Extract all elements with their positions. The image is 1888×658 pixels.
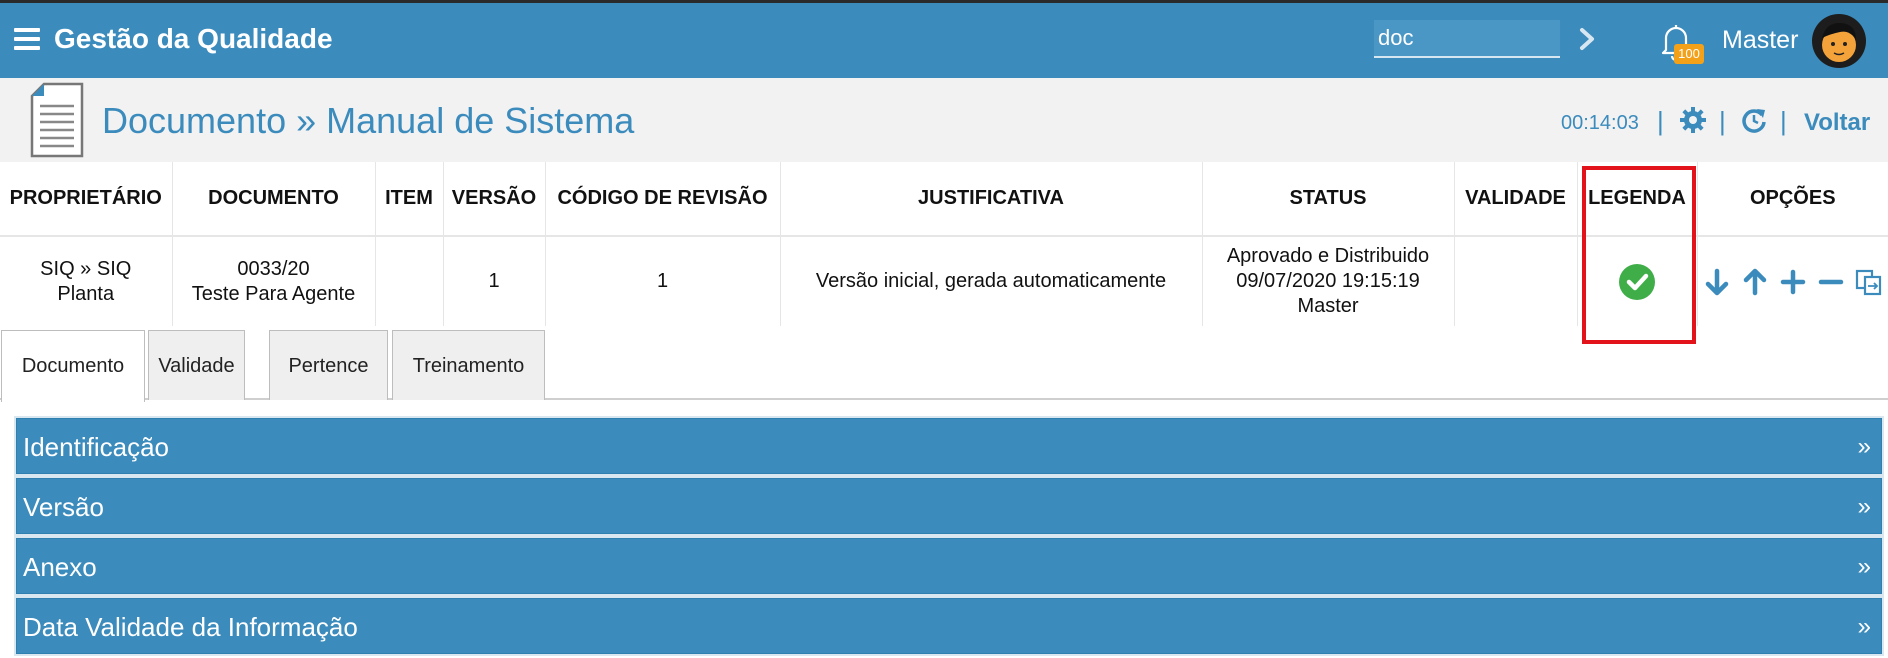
- session-timer: 00:14:03: [1561, 112, 1639, 134]
- column-header[interactable]: LEGENDA: [1577, 162, 1698, 237]
- validity-cell: [1454, 236, 1578, 326]
- avatar[interactable]: [1812, 14, 1866, 68]
- section-data-validade[interactable]: Data Validade da Informação »: [14, 596, 1884, 656]
- column-header[interactable]: JUSTIFICATIVA: [780, 162, 1203, 237]
- chevron-right-icon: »: [1857, 553, 1871, 580]
- version-cell: 1: [443, 236, 546, 326]
- check-circle-icon[interactable]: [1619, 263, 1655, 300]
- section-versao[interactable]: Versão »: [14, 476, 1884, 536]
- search-input[interactable]: [1374, 20, 1560, 58]
- notification-badge: 100: [1674, 44, 1704, 64]
- table-header-row: PROPRIETÁRIO DOCUMENTO ITEM VERSÃO CÓDIG…: [0, 162, 1888, 237]
- document-icon: [28, 82, 86, 158]
- revision-code-cell: 1: [545, 236, 781, 326]
- separator: |: [1719, 106, 1726, 136]
- tab-treinamento[interactable]: Treinamento: [392, 330, 545, 400]
- document-cell: 0033/20 Teste Para Agente: [172, 236, 376, 326]
- refresh-icon[interactable]: [1740, 106, 1768, 134]
- tab-bar: Documento Validade Pertence Treinamento: [0, 330, 1888, 402]
- section-label: Anexo: [23, 552, 97, 582]
- section-label: Versão: [23, 492, 104, 522]
- column-header[interactable]: VERSÃO: [443, 162, 546, 237]
- column-header[interactable]: PROPRIETÁRIO: [0, 162, 173, 237]
- item-cell: [375, 236, 444, 326]
- chevron-right-icon: »: [1857, 613, 1871, 640]
- tab-documento[interactable]: Documento: [1, 330, 145, 402]
- tab-validade[interactable]: Validade: [148, 330, 245, 400]
- app-title: Gestão da Qualidade: [54, 23, 333, 54]
- user-name[interactable]: Master: [1722, 26, 1798, 55]
- table-row[interactable]: SIQ » SIQ Planta 0033/20 Teste Para Agen…: [0, 236, 1888, 326]
- document-table: PROPRIETÁRIO DOCUMENTO ITEM VERSÃO CÓDIG…: [0, 162, 1888, 326]
- separator: |: [1780, 106, 1787, 136]
- column-header[interactable]: CÓDIGO DE REVISÃO: [545, 162, 781, 237]
- section-label: Identificação: [23, 432, 169, 462]
- chevron-right-icon: »: [1857, 493, 1871, 520]
- back-link[interactable]: Voltar: [1804, 109, 1870, 137]
- column-header[interactable]: VALIDADE: [1454, 162, 1578, 237]
- gear-icon[interactable]: [1679, 106, 1707, 134]
- owner-cell: SIQ » SIQ Planta: [0, 236, 173, 326]
- document-code: 0033/20: [237, 257, 310, 280]
- document-name: Teste Para Agente: [191, 282, 356, 305]
- column-header: OPÇÕES: [1697, 162, 1888, 237]
- options-cell: [1697, 236, 1888, 326]
- plus-icon[interactable]: [1776, 265, 1810, 299]
- owner-line: Planta: [57, 282, 115, 305]
- minus-icon[interactable]: [1814, 265, 1848, 299]
- status-text: Aprovado e Distribuido: [1226, 245, 1430, 267]
- section-anexo[interactable]: Anexo »: [14, 536, 1884, 596]
- hamburger-menu-icon[interactable]: [14, 28, 40, 50]
- chevron-right-icon[interactable]: [1576, 24, 1600, 54]
- section-label: Data Validade da Informação: [23, 612, 358, 642]
- column-header[interactable]: DOCUMENTO: [172, 162, 376, 237]
- copy-icon[interactable]: [1852, 265, 1886, 299]
- page-title: Documento » Manual de Sistema: [102, 100, 635, 141]
- status-cell: Aprovado e Distribuido 09/07/2020 19:15:…: [1202, 236, 1455, 326]
- owner-line: SIQ » SIQ: [40, 257, 132, 280]
- legend-cell: [1577, 236, 1698, 326]
- status-user: Master: [1297, 295, 1359, 317]
- section-identificacao[interactable]: Identificação »: [14, 416, 1884, 476]
- status-date: 09/07/2020 19:15:19: [1236, 270, 1420, 292]
- tab-pertence[interactable]: Pertence: [269, 330, 388, 400]
- justification-cell: Versão inicial, gerada automaticamente: [780, 236, 1203, 326]
- arrow-down-icon[interactable]: [1700, 265, 1734, 299]
- column-header[interactable]: ITEM: [375, 162, 444, 237]
- column-header[interactable]: STATUS: [1202, 162, 1455, 237]
- arrow-up-icon[interactable]: [1738, 265, 1772, 299]
- chevron-right-icon: »: [1857, 433, 1871, 460]
- separator: |: [1657, 106, 1664, 136]
